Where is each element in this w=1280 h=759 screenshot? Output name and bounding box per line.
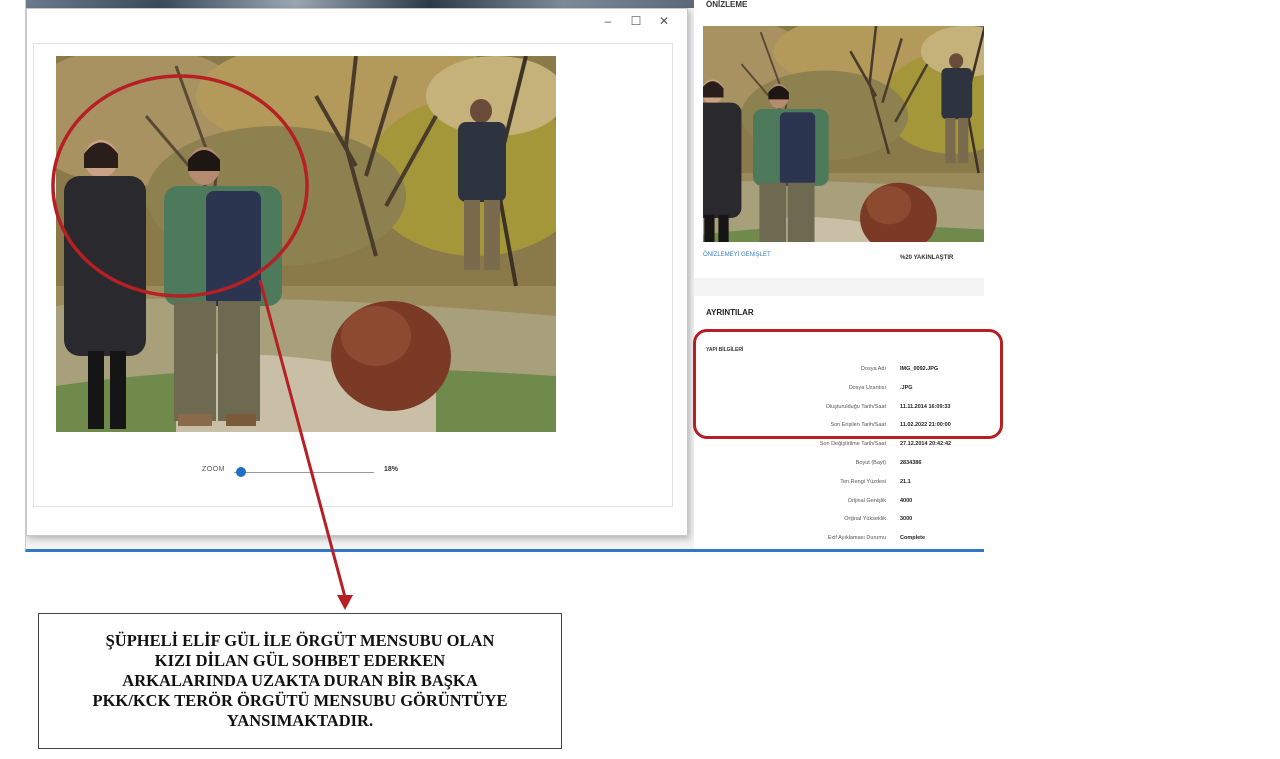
arrow-head bbox=[337, 595, 353, 610]
property-label: Orijinal Genişlik bbox=[847, 497, 886, 504]
thumbnail-strip bbox=[26, 0, 698, 8]
caption-line: ŞÜPHELİ ELİF GÜL İLE ÖRGÜT MENSUBU OLAN bbox=[105, 631, 495, 650]
details-heading: AYRINTILAR bbox=[706, 308, 754, 317]
evidence-photo bbox=[56, 56, 556, 432]
zoom-control: ZOOM 18% bbox=[34, 462, 672, 482]
preview-heading: ÖNİZLEME bbox=[706, 0, 748, 9]
property-value: 4000 bbox=[900, 497, 913, 504]
property-value: Complete bbox=[900, 535, 926, 542]
caption-text: ŞÜPHELİ ELİF GÜL İLE ÖRGÜT MENSUBU OLAN K… bbox=[93, 631, 508, 731]
property-label: Exif Ayıklaması Durumu bbox=[827, 535, 886, 542]
image-viewer-window: – ☐ ✕ ZOOM 18% bbox=[26, 8, 688, 536]
property-row: Orijinal Yükseklik 3000 bbox=[694, 516, 984, 528]
details-pane: ÖNİZLEME ÖNİZLEMEYİ GENİŞLET %20 YAKINLA… bbox=[694, 0, 984, 549]
property-value: 2834386 bbox=[900, 460, 922, 466]
zoom-slider-thumb[interactable] bbox=[236, 467, 246, 477]
close-button[interactable]: ✕ bbox=[655, 13, 673, 29]
property-value: 27.12.2014 20:42:42 bbox=[900, 441, 952, 448]
metadata-highlight bbox=[693, 329, 1003, 439]
caption-line: KIZI DİLAN GÜL SOHBET EDERKEN bbox=[154, 651, 446, 670]
caption-line: YANSIMAKTADIR. bbox=[226, 711, 374, 730]
app-frame: – ☐ ✕ ZOOM 18% ÖNİZLEME ÖNİZLEMEYİ GENİŞ… bbox=[25, 0, 984, 552]
property-row: Ten Rengi Yüzdesi 21.1 bbox=[694, 479, 984, 491]
zoom-value: 18% bbox=[384, 466, 399, 473]
preview-photo bbox=[703, 26, 984, 242]
image-canvas: ZOOM 18% bbox=[33, 43, 673, 507]
pane-divider bbox=[694, 278, 984, 296]
zoom-slider-track[interactable] bbox=[234, 472, 374, 473]
property-row: Exif Ayıklaması Durumu Complete bbox=[694, 535, 984, 547]
property-label: Orijinal Yükseklik bbox=[844, 516, 886, 523]
caption-line: ARKALARINDA UZAKTA DURAN BİR BAŞKA bbox=[122, 671, 478, 690]
minimize-button[interactable]: – bbox=[599, 13, 617, 29]
caption-box: ŞÜPHELİ ELİF GÜL İLE ÖRGÜT MENSUBU OLAN K… bbox=[38, 613, 562, 749]
property-row: Boyut (Bayt) 2834386 bbox=[694, 460, 984, 472]
maximize-button[interactable]: ☐ bbox=[627, 13, 645, 29]
zoom-in-button[interactable]: %20 YAKINLAŞTIR bbox=[900, 255, 953, 261]
property-row: Son Değiştirilme Tarih/Saat 27.12.2014 20… bbox=[694, 441, 984, 453]
property-row: Orijinal Genişlik 4000 bbox=[694, 498, 984, 510]
property-label: Ten Rengi Yüzdesi bbox=[840, 478, 886, 485]
property-label: Son Değiştirilme Tarih/Saat bbox=[819, 441, 886, 448]
property-value: 3000 bbox=[900, 516, 913, 523]
zoom-label: ZOOM bbox=[202, 466, 225, 473]
property-label: Boyut (Bayt) bbox=[855, 460, 886, 466]
expand-preview-link[interactable]: ÖNİZLEMEYİ GENİŞLET bbox=[703, 252, 771, 258]
property-value: 21.1 bbox=[900, 478, 911, 485]
caption-line: PKK/KCK TERÖR ÖRGÜTÜ MENSUBU GÖRÜNTÜYE bbox=[92, 691, 508, 710]
